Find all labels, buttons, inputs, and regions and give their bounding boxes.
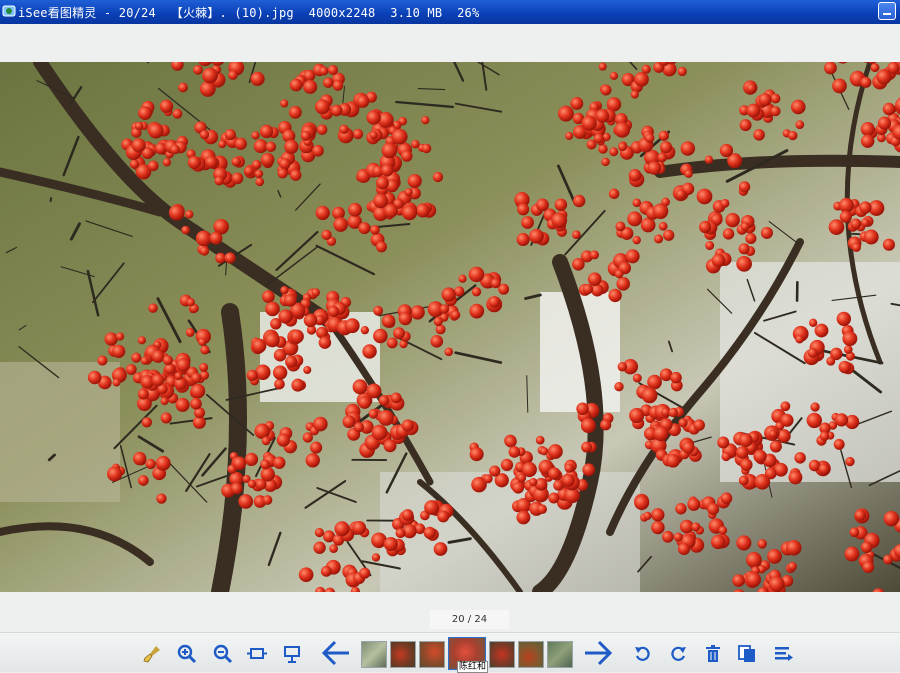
previous-image-arrow-icon[interactable]	[320, 639, 352, 667]
thumbnail[interactable]	[489, 641, 515, 668]
zoom-in-icon[interactable]	[176, 643, 198, 665]
zoom-out-icon[interactable]	[212, 643, 234, 665]
thumbnail[interactable]	[419, 641, 445, 668]
clean-brush-icon[interactable]	[141, 643, 163, 665]
window-title: iSee看图精灵 - 20/24 【火棘】. (10).jpg 4000x224…	[18, 4, 479, 21]
thumbnail[interactable]	[390, 641, 416, 668]
next-image-arrow-icon[interactable]	[582, 639, 614, 667]
properties-icon[interactable]	[772, 643, 794, 665]
image-counter: 20 / 24	[430, 610, 509, 629]
thumbnail[interactable]	[518, 641, 544, 668]
app-icon	[2, 4, 16, 18]
rotate-right-icon[interactable]	[667, 643, 689, 665]
thumbnail-tooltip: 陈红和	[457, 661, 488, 673]
thumbnail[interactable]	[361, 641, 387, 668]
slideshow-icon[interactable]	[281, 643, 303, 665]
photo-image	[0, 62, 900, 592]
fit-window-icon[interactable]	[246, 643, 268, 665]
rotate-left-icon[interactable]	[632, 643, 654, 665]
title-bar: iSee看图精灵 - 20/24 【火棘】. (10).jpg 4000x224…	[0, 0, 900, 24]
copy-icon[interactable]	[736, 643, 758, 665]
thumbnail[interactable]	[547, 641, 573, 668]
image-viewer[interactable]	[0, 62, 900, 592]
delete-icon[interactable]	[702, 643, 724, 665]
minimize-button[interactable]	[878, 2, 896, 20]
